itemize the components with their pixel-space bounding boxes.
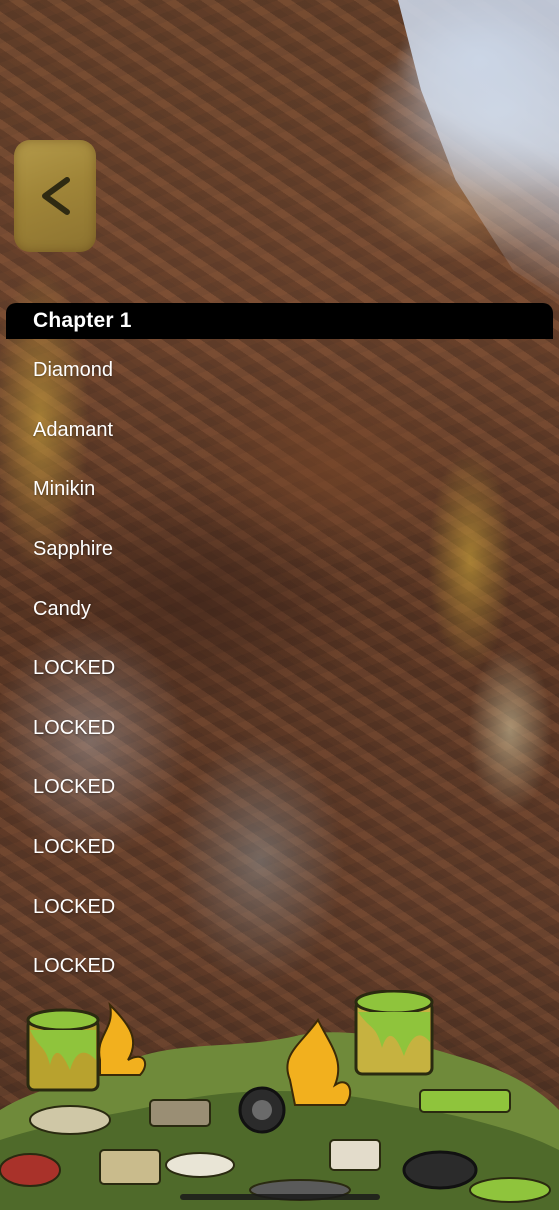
level-label: LOCKED	[33, 716, 116, 739]
level-item-locked[interactable]: LOCKED	[0, 699, 559, 759]
level-label: Adamant	[33, 418, 114, 441]
back-button[interactable]	[14, 140, 96, 252]
level-item-minikin[interactable]: Minikin	[0, 460, 559, 520]
level-item-locked[interactable]: LOCKED	[0, 877, 559, 937]
level-item-locked[interactable]: LOCKED	[0, 758, 559, 818]
level-label: Sapphire	[33, 538, 114, 561]
home-indicator[interactable]	[179, 1194, 380, 1200]
level-label: Minikin	[33, 478, 96, 501]
chevron-left-icon	[42, 177, 70, 215]
level-item-adamant[interactable]: Adamant	[0, 401, 559, 461]
level-label: LOCKED	[33, 895, 116, 918]
level-item-locked[interactable]: LOCKED	[0, 639, 559, 699]
trash-pile-illustration	[0, 990, 559, 1210]
level-item-candy[interactable]: Candy	[0, 579, 559, 639]
level-item-sapphire[interactable]: Sapphire	[0, 520, 559, 580]
level-item-locked[interactable]: LOCKED	[0, 818, 559, 878]
chapter-title: Chapter 1	[33, 309, 132, 332]
level-label: Diamond	[33, 359, 114, 382]
level-label: Candy	[33, 597, 91, 620]
level-label: LOCKED	[33, 657, 116, 680]
chapter-header: Chapter 1	[6, 303, 553, 339]
level-label: LOCKED	[33, 836, 116, 859]
level-item-locked[interactable]: LOCKED	[0, 937, 559, 997]
level-list: Diamond Adamant Minikin Sapphire Candy L…	[0, 341, 559, 997]
level-item-diamond[interactable]: Diamond	[0, 341, 559, 401]
level-select-screen: Chapter 1 Diamond Adamant Minikin Sapphi…	[0, 0, 559, 1210]
level-label: LOCKED	[33, 776, 116, 799]
level-label: LOCKED	[33, 955, 116, 978]
